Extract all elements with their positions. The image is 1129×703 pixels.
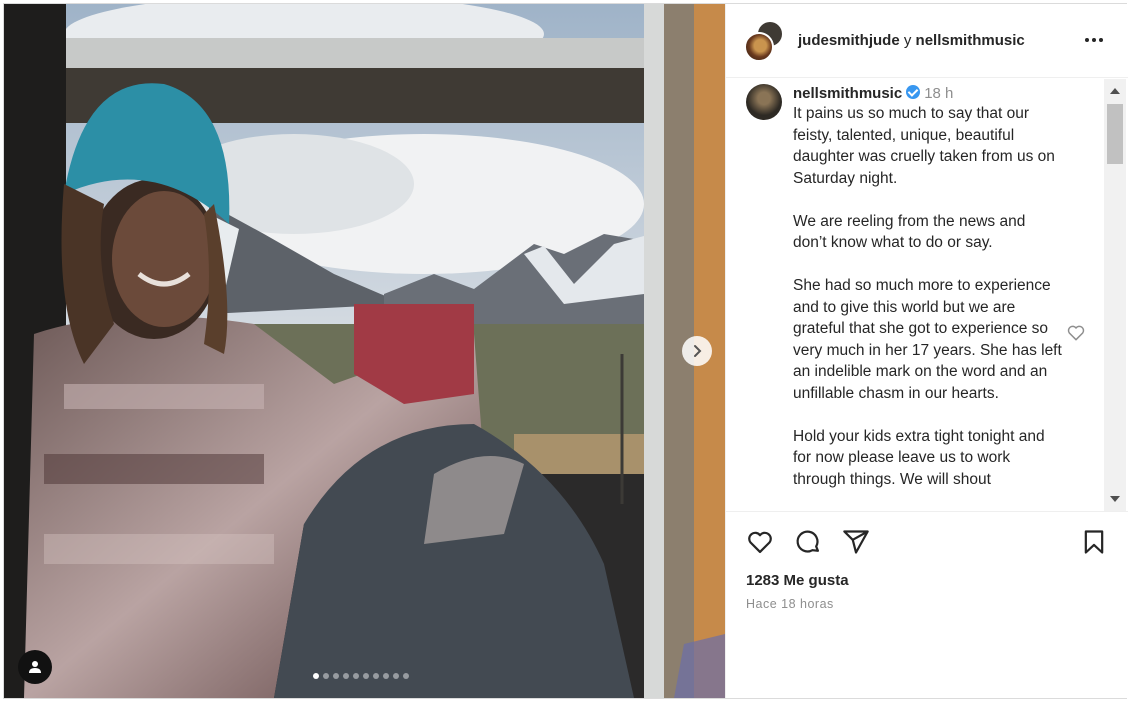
- comment-header: nellsmithmusic 18 h: [793, 85, 953, 103]
- avatar[interactable]: [746, 84, 782, 120]
- conjunction: y: [903, 32, 912, 49]
- caption-paragraph: We are reeling from the news and don’t k…: [793, 212, 1026, 252]
- comment-time: 18 h: [924, 85, 954, 102]
- post-timestamp: Hace 18 horas: [746, 597, 834, 611]
- like-button[interactable]: [746, 528, 774, 561]
- triangle-up-icon: [1110, 88, 1120, 94]
- action-bar: 1283 Me gusta Hace 18 horas: [726, 511, 1128, 698]
- post-dialog: judesmithjude y nellsmithmusic nellsmith…: [3, 3, 1128, 699]
- likes-count[interactable]: 1283 Me gusta: [746, 572, 849, 589]
- caption-paragraph: She had so much more to experience and t…: [793, 277, 1062, 402]
- carousel-next-button[interactable]: [682, 336, 712, 366]
- scroll-up-button[interactable]: [1104, 82, 1126, 100]
- avatar: [744, 32, 774, 62]
- collab-usernames: judesmithjude y nellsmithmusic: [798, 32, 1025, 50]
- heart-icon: [1067, 325, 1085, 341]
- username-link[interactable]: nellsmithmusic: [916, 32, 1025, 49]
- more-horizontal-icon: [1085, 38, 1089, 42]
- verified-badge-icon: [906, 85, 921, 99]
- share-button[interactable]: [842, 528, 870, 561]
- chevron-right-icon: [694, 345, 702, 357]
- carousel-dot: [333, 673, 339, 679]
- caption-text: It pains us so much to say that our feis…: [793, 103, 1063, 511]
- comment-icon: [796, 530, 820, 553]
- more-options-button[interactable]: [1080, 28, 1108, 52]
- collab-avatars[interactable]: [744, 20, 786, 62]
- carousel-dot: [323, 673, 329, 679]
- scrollbar-thumb[interactable]: [1107, 104, 1123, 164]
- carousel-dot: [383, 673, 389, 679]
- carousel-dot: [373, 673, 379, 679]
- photo-illustration: [4, 4, 725, 698]
- scroll-down-button[interactable]: [1104, 490, 1126, 508]
- post-header: judesmithjude y nellsmithmusic: [726, 4, 1128, 78]
- carousel-indicator: [313, 673, 409, 679]
- carousel-dot: [343, 673, 349, 679]
- username-link[interactable]: judesmithjude: [798, 32, 900, 49]
- send-icon: [843, 530, 869, 554]
- carousel-dot: [363, 673, 369, 679]
- carousel-dot: [393, 673, 399, 679]
- username-link[interactable]: nellsmithmusic: [793, 85, 902, 102]
- scrollbar[interactable]: [1104, 79, 1126, 511]
- person-icon: [29, 661, 41, 673]
- carousel-dot: [313, 673, 319, 679]
- caption-paragraph: It pains us so much to say that our feis…: [793, 105, 1055, 187]
- comment-button[interactable]: [794, 528, 822, 561]
- tagged-users-button[interactable]: [18, 650, 52, 684]
- triangle-down-icon: [1110, 496, 1120, 502]
- post-photo[interactable]: [4, 4, 725, 698]
- comments-area[interactable]: nellsmithmusic 18 h It pains us so much t…: [726, 79, 1128, 511]
- carousel-dot: [353, 673, 359, 679]
- caption-paragraph: Hold your kids extra tight tonight and f…: [793, 427, 1045, 488]
- like-comment-button[interactable]: [1066, 323, 1086, 348]
- heart-icon: [748, 531, 772, 554]
- bookmark-icon: [1084, 530, 1104, 554]
- save-button[interactable]: [1080, 528, 1108, 561]
- post-side-panel: judesmithjude y nellsmithmusic nellsmith…: [725, 4, 1128, 698]
- carousel-dot: [403, 673, 409, 679]
